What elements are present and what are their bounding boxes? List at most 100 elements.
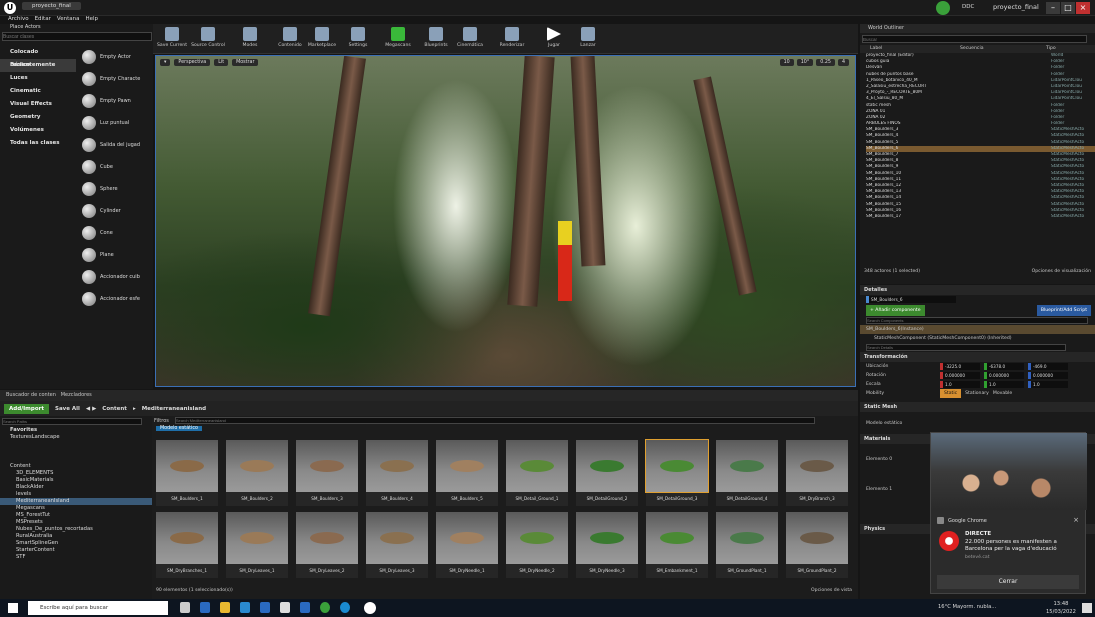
transform-section[interactable]: Transformación <box>860 352 1095 362</box>
app-icon[interactable] <box>300 602 310 613</box>
breadcrumb-folder[interactable]: Mediterraneanisland <box>142 406 206 412</box>
outliner-search-input[interactable] <box>862 35 1087 43</box>
outliner-row[interactable]: SM_Boulders_17 StaticMeshActo <box>866 214 1095 220</box>
document-tab[interactable]: proyecto_final <box>22 2 81 10</box>
object-name-field[interactable]: SM_Boulders_6 <box>866 296 956 303</box>
launch-button[interactable]: Lanzar <box>571 26 605 52</box>
asset-tile[interactable]: SM_Detail_Ground_1 <box>506 440 568 506</box>
close-notification-button[interactable]: Cerrar <box>937 575 1079 589</box>
source-control-button[interactable]: Source Control <box>191 26 225 52</box>
component-search-input[interactable] <box>866 317 1088 324</box>
actor-item[interactable]: Cone <box>78 222 152 244</box>
asset-tile[interactable]: SM_DryNeedle_1 <box>436 512 498 578</box>
close-button[interactable]: × <box>1076 2 1090 14</box>
play-button[interactable]: Jugar <box>537 26 571 52</box>
col-sequence[interactable]: Secuencia <box>960 45 1046 53</box>
store-icon[interactable] <box>240 602 250 613</box>
perspective-button[interactable]: Perspectiva <box>174 59 211 66</box>
favorites-header[interactable]: Favorites <box>0 427 152 434</box>
category-lights[interactable]: Luces <box>0 72 76 85</box>
asset-tile[interactable]: SM_Boulders_1 <box>156 440 218 506</box>
widgets-icon[interactable] <box>200 602 210 613</box>
rotation-y[interactable]: 0.000000 <box>984 372 1024 379</box>
modes-button[interactable]: Modes <box>233 26 267 52</box>
actor-item[interactable]: Empty Characte <box>78 68 152 90</box>
folder-item[interactable]: BasicMaterials <box>0 477 152 484</box>
folder-item[interactable]: Nubes_De_puntos_recortadas <box>0 526 152 533</box>
add-import-button[interactable]: Add/Import <box>4 403 49 414</box>
asset-tile[interactable]: SM_GroundPlant_1 <box>716 512 778 578</box>
save-current-button[interactable]: Save Current <box>155 26 189 52</box>
scale-y[interactable]: 1.0 <box>984 381 1024 388</box>
angle-snap-value[interactable]: 10° <box>796 59 814 66</box>
category-visual-effects[interactable]: Visual Effects <box>0 98 76 111</box>
location-x[interactable]: -3225.0 <box>940 363 980 370</box>
folder-item[interactable]: Megascans <box>0 505 152 512</box>
asset-tile[interactable]: SM_Boulders_3 <box>296 440 358 506</box>
filter-tag[interactable]: Modelo estático <box>156 426 202 431</box>
camera-speed-value[interactable]: 4 <box>837 59 849 66</box>
chrome-icon[interactable] <box>320 602 330 613</box>
actor-item[interactable]: Cylinder <box>78 200 152 222</box>
scale-x[interactable]: 1.0 <box>940 381 980 388</box>
megascans-button[interactable]: Megascans <box>381 26 415 52</box>
edge-icon[interactable] <box>340 602 350 613</box>
windows-start-icon[interactable] <box>8 603 18 613</box>
task-view-icon[interactable] <box>180 602 190 613</box>
mobility-stationary[interactable]: Stationary <box>965 389 989 398</box>
component-root[interactable]: SM_Boulders_6(Instance) <box>860 325 1095 334</box>
source-control-icon[interactable] <box>936 1 950 15</box>
show-button[interactable]: Mostrar <box>232 59 259 66</box>
col-label[interactable]: Label <box>870 45 960 53</box>
asset-tile[interactable]: SM_DryBranch_3 <box>786 440 848 506</box>
category-recent[interactable]: Colocado recientemente <box>0 46 76 68</box>
search-classes-input[interactable] <box>2 32 152 41</box>
mobility-movable[interactable]: Movable <box>993 389 1012 398</box>
menu-editar[interactable]: Editar <box>35 16 51 24</box>
minimize-button[interactable]: – <box>1046 2 1060 14</box>
menu-help[interactable]: Help <box>85 16 98 24</box>
favorite-item[interactable]: TexturesLandscape <box>0 434 152 441</box>
chrome-notification[interactable]: Google Chrome × DIRECTE 22.000 persones … <box>930 432 1087 594</box>
static-mesh-section[interactable]: Static Mesh <box>860 402 1095 412</box>
location-z[interactable]: -469.0 <box>1028 363 1068 370</box>
asset-tile[interactable]: SM_DetailGround_4 <box>716 440 778 506</box>
notes-icon[interactable] <box>280 602 290 613</box>
maximize-button[interactable]: □ <box>1061 2 1075 14</box>
asset-search-input[interactable] <box>174 417 815 424</box>
folder-item[interactable]: MediterraneanIsland <box>0 498 152 505</box>
folder-item[interactable]: STF <box>0 554 152 561</box>
filters-button[interactable]: Filtros <box>154 418 169 424</box>
place-actors-tab[interactable]: Place Actors <box>0 24 153 32</box>
asset-tile[interactable]: SM_Boulders_2 <box>226 440 288 506</box>
view-options-button[interactable]: Opciones de visualización <box>1032 268 1091 276</box>
mail-icon[interactable] <box>260 602 270 613</box>
category-geometry[interactable]: Geometry <box>0 111 76 124</box>
cinematics-button[interactable]: Cinemática <box>453 26 487 52</box>
add-component-button[interactable]: + Añadir componente <box>866 304 925 316</box>
folder-item[interactable]: Content <box>0 463 152 470</box>
lit-button[interactable]: Lit <box>214 59 229 66</box>
grid-snap-value[interactable]: 10 <box>779 59 794 66</box>
render-button[interactable]: Renderizar <box>495 26 529 52</box>
content-browser-tab[interactable]: Buscador de conten <box>6 392 56 398</box>
asset-tile[interactable]: SM_DetailGround_3 <box>645 439 709 506</box>
settings-button[interactable]: Settings <box>341 26 375 52</box>
marketplace-button[interactable]: Marketplace <box>305 26 339 52</box>
weather-widget[interactable]: 16°C Mayorm. nubla... <box>938 604 996 610</box>
folder-item[interactable]: MS_ForestTut <box>0 512 152 519</box>
actor-item[interactable]: Empty Actor <box>78 46 152 68</box>
close-icon[interactable]: × <box>1073 516 1079 524</box>
search-paths-input[interactable] <box>2 418 142 425</box>
mixers-tab[interactable]: Mezcladores <box>61 392 92 398</box>
folder-item[interactable]: RuralAustralia <box>0 533 152 540</box>
asset-tile[interactable]: SM_GroundPlant_2 <box>786 512 848 578</box>
save-all-button[interactable]: Save All <box>55 406 80 412</box>
asset-tile[interactable]: SM_DryLeaves_2 <box>296 512 358 578</box>
taskbar-search-input[interactable]: Escribe aquí para buscar <box>28 601 168 615</box>
guide-cube-marker[interactable] <box>558 221 572 301</box>
asset-tile[interactable]: SM_Boulders_4 <box>366 440 428 506</box>
location-y[interactable]: -6378.0 <box>984 363 1024 370</box>
level-viewport[interactable]: ▾ Perspectiva Lit Mostrar 10 10° 0.25 4 <box>155 55 856 387</box>
content-button[interactable]: Contenido <box>273 26 307 52</box>
